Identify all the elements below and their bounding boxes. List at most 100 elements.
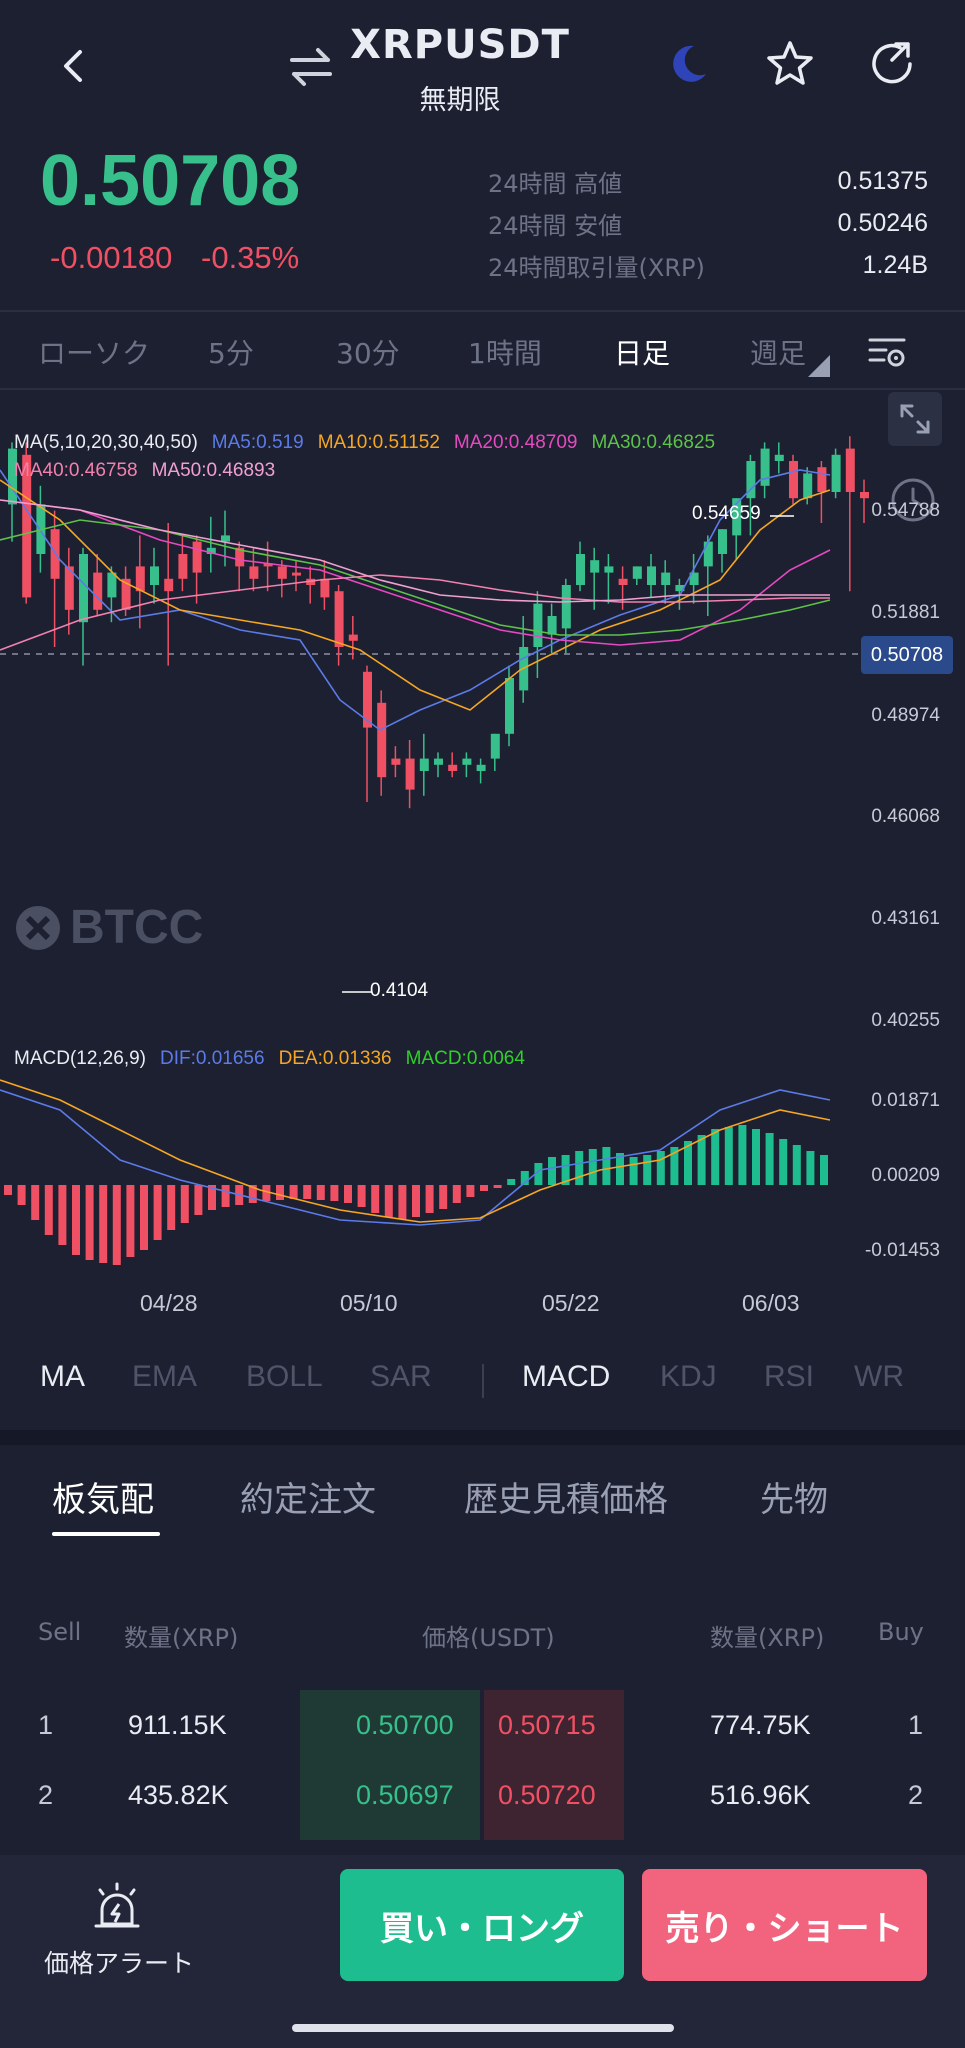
buy-long-button[interactable]: 買い・ロング <box>340 1869 624 1981</box>
macd-bar <box>126 1185 135 1257</box>
expand-icon <box>900 404 930 434</box>
tab-trades[interactable]: 約定注文 <box>240 1472 376 1521</box>
macd-bar <box>575 1151 584 1185</box>
top-bar: XRPUSDT 無期限 <box>0 0 965 135</box>
bid-price[interactable]: 0.50697 <box>356 1780 454 1811</box>
candle-body <box>320 578 330 598</box>
chart-settings-icon[interactable] <box>866 330 908 372</box>
row-index: 1 <box>908 1710 924 1740</box>
macd-bar <box>738 1125 747 1185</box>
change-percent: -0.35% <box>201 240 300 275</box>
candle-body <box>831 454 841 492</box>
candle-body <box>476 764 486 771</box>
tab-weekly[interactable]: 週足 <box>750 332 806 372</box>
tab-1hour[interactable]: 1時間 <box>468 332 542 372</box>
date-label: 05/10 <box>340 1290 398 1316</box>
macd-axis-label: 0.00209 <box>871 1165 940 1186</box>
tab-ma[interactable]: MA <box>40 1360 85 1394</box>
candle-body <box>533 603 543 647</box>
macd-bar <box>792 1145 801 1185</box>
tab-candle[interactable]: ローソク <box>38 332 150 372</box>
candle-body <box>164 578 174 592</box>
macd-bar <box>344 1185 352 1203</box>
macd-bar <box>779 1139 788 1185</box>
candle-body <box>590 560 600 573</box>
macd-bar <box>588 1149 597 1185</box>
macd-bar <box>4 1185 12 1195</box>
last-price: 0.50708 <box>40 141 301 221</box>
tab-price-history[interactable]: 歴史見積価格 <box>464 1472 668 1521</box>
candlestick-chart[interactable] <box>0 390 965 1330</box>
tab-orderbook[interactable]: 板気配 <box>52 1472 154 1521</box>
change-absolute: -0.00180 <box>50 240 173 275</box>
header-price: 価格(USDT) <box>422 1624 555 1652</box>
macd-bar <box>602 1147 611 1185</box>
tab-macd[interactable]: MACD <box>522 1360 610 1394</box>
bid-quantity: 911.15K <box>128 1710 227 1740</box>
price-alert-icon[interactable] <box>92 1880 142 1934</box>
price-change: -0.00180 -0.35% <box>50 240 319 276</box>
back-arrow-icon[interactable] <box>52 44 96 88</box>
btcc-logo-icon <box>16 905 60 950</box>
watermark: BTCC <box>14 900 203 955</box>
tab-boll[interactable]: BOLL <box>246 1360 323 1394</box>
dropdown-corner-icon <box>808 355 830 377</box>
ask-price[interactable]: 0.50720 <box>498 1780 596 1811</box>
macd-bar <box>439 1185 448 1209</box>
macd-bar <box>180 1185 189 1223</box>
candle-body <box>348 634 358 641</box>
macd-bar <box>194 1185 203 1215</box>
macd-bar <box>357 1185 366 1207</box>
ma5-value: MA5:0.519 <box>211 432 304 453</box>
macd-bar <box>44 1185 53 1235</box>
candle-body <box>107 572 117 598</box>
fullscreen-button[interactable] <box>888 392 942 446</box>
tab-daily[interactable]: 日足 <box>614 332 670 372</box>
candle-body <box>192 541 202 573</box>
section-gap <box>0 1430 965 1445</box>
candle-body <box>718 529 727 554</box>
candle-body <box>79 554 88 623</box>
tab-5min[interactable]: 5分 <box>208 332 254 372</box>
stat-value: 1.24B <box>862 250 928 279</box>
macd-bar <box>466 1185 475 1197</box>
macd-legend: MACD(12,26,9) DIF:0.01656 DEA:0.01336 MACD:… <box>14 1048 539 1070</box>
sell-short-button[interactable]: 売り・ショート <box>642 1869 927 1981</box>
candle-body <box>803 473 813 499</box>
bid-quantity: 435.82K <box>128 1780 229 1810</box>
stat-label: 24時間 高値 <box>488 169 623 198</box>
tab-ema[interactable]: EMA <box>132 1360 197 1394</box>
price-axis-label: 0.51881 <box>871 602 940 623</box>
tab-wr[interactable]: WR <box>854 1360 904 1394</box>
stat-value: 0.51375 <box>837 166 928 195</box>
share-icon[interactable] <box>866 38 918 90</box>
macd-bar <box>85 1185 94 1260</box>
macd-bar <box>806 1151 815 1185</box>
tab-futures[interactable]: 先物 <box>760 1472 828 1521</box>
current-price-tag: 0.50708 <box>861 636 953 674</box>
tab-rsi[interactable]: RSI <box>764 1360 814 1394</box>
tab-kdj[interactable]: KDJ <box>660 1360 717 1394</box>
star-icon[interactable] <box>764 38 816 90</box>
macd-bar <box>72 1185 80 1255</box>
stat-label: 24時間取引量(XRP) <box>488 253 705 282</box>
moon-icon[interactable] <box>664 40 712 88</box>
bid-price[interactable]: 0.50700 <box>356 1710 454 1741</box>
candle-body <box>221 535 230 542</box>
ma50-value: MA50:0.46893 <box>151 460 276 481</box>
candle-body <box>249 566 259 579</box>
price-alert-label[interactable]: 価格アラート <box>30 1944 208 1980</box>
macd-bar <box>99 1185 108 1263</box>
macd-bar <box>303 1185 312 1199</box>
macd-bar <box>167 1185 176 1230</box>
candle-body <box>774 454 784 461</box>
candle-body <box>150 566 159 585</box>
macd-bar <box>398 1185 407 1219</box>
candle-body <box>661 572 671 585</box>
candle-body <box>576 554 585 585</box>
stat-low: 24時間 安値 0.50246 <box>488 202 928 244</box>
tab-30min[interactable]: 30分 <box>336 332 400 372</box>
candle-body <box>448 764 458 771</box>
tab-sar[interactable]: SAR <box>370 1360 432 1394</box>
ask-price[interactable]: 0.50715 <box>498 1710 596 1741</box>
